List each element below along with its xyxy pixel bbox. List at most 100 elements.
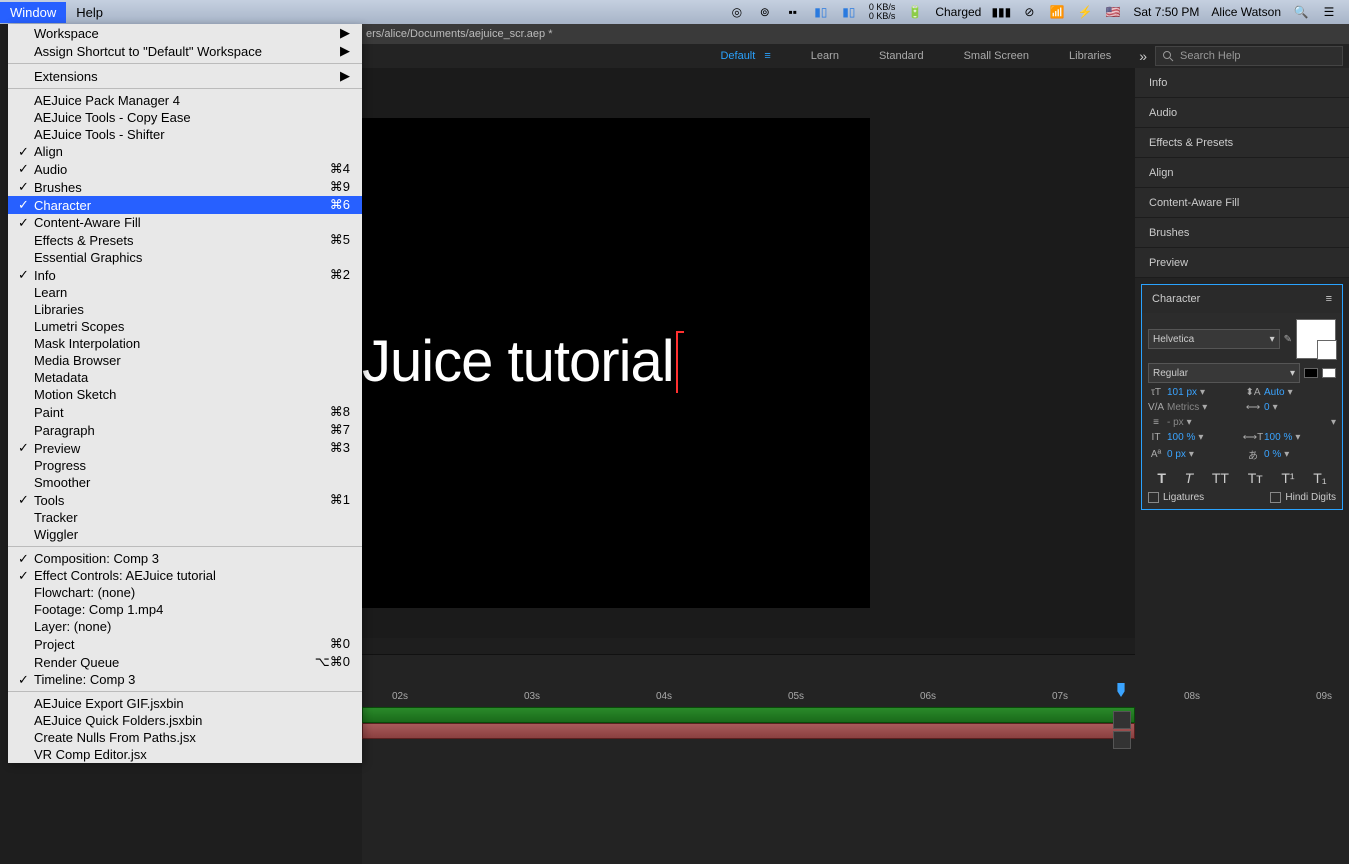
stroke-value[interactable]: - px	[1167, 417, 1184, 428]
color-swatch[interactable]	[1296, 319, 1336, 359]
bold-button[interactable]: T	[1157, 470, 1166, 486]
dropdown-arrow-icon[interactable]: ▾	[1198, 432, 1203, 443]
kerning-value[interactable]: Metrics	[1167, 402, 1199, 413]
ws-standard[interactable]: Standard	[859, 50, 944, 62]
menu-tools[interactable]: ✓Tools⌘1	[8, 491, 362, 509]
menu-motion-sketch[interactable]: Motion Sketch	[8, 386, 362, 403]
eyedropper-icon[interactable]: ✎	[1284, 334, 1292, 345]
menu-align[interactable]: ✓Align	[8, 143, 362, 160]
menu-script-1[interactable]: AEJuice Export GIF.jsxbin	[8, 695, 362, 712]
panel-align[interactable]: Align	[1135, 158, 1349, 188]
menu-aej-copyease[interactable]: AEJuice Tools - Copy Ease	[8, 109, 362, 126]
menu-smoother[interactable]: Smoother	[8, 474, 362, 491]
menu-lumetri[interactable]: Lumetri Scopes	[8, 318, 362, 335]
dropdown-arrow-icon[interactable]: ▾	[1200, 387, 1205, 398]
search-icon[interactable]: 🔍	[1293, 4, 1309, 20]
dropdown-arrow-icon[interactable]: ▾	[1295, 432, 1300, 443]
menu-workspace[interactable]: Workspace▶	[8, 24, 362, 42]
time-ruler[interactable]: 02s 03s 04s 05s 06s 07s 08s 09s	[362, 685, 1135, 707]
menu-flowchart[interactable]: Flowchart: (none)	[8, 584, 362, 601]
panel-menu-icon[interactable]: ≡	[1326, 293, 1332, 305]
timeline-track-1[interactable]	[362, 707, 1135, 723]
menu-metadata[interactable]: Metadata	[8, 369, 362, 386]
menu-tracker[interactable]: Tracker	[8, 509, 362, 526]
panel-info[interactable]: Info	[1135, 68, 1349, 98]
menu-character[interactable]: ✓Character⌘6	[8, 196, 362, 214]
font-size-value[interactable]: 101 px	[1167, 387, 1197, 398]
panel-preview[interactable]: Preview	[1135, 248, 1349, 278]
smallcaps-button[interactable]: Tᴛ	[1248, 470, 1263, 486]
menu-paragraph[interactable]: Paragraph⌘7	[8, 421, 362, 439]
panel-brushes[interactable]: Brushes	[1135, 218, 1349, 248]
dropdown-arrow-icon[interactable]: ▾	[1187, 417, 1192, 428]
panel-audio[interactable]: Audio	[1135, 98, 1349, 128]
menu-composition[interactable]: ✓Composition: Comp 3	[8, 550, 362, 567]
menu-timeline[interactable]: ✓Timeline: Comp 3	[8, 671, 362, 688]
workspace-overflow-icon[interactable]: »	[1131, 48, 1155, 64]
dropdown-arrow-icon[interactable]: ▾	[1284, 449, 1289, 460]
menu-wiggler[interactable]: Wiggler	[8, 526, 362, 543]
menu-caf[interactable]: ✓Content-Aware Fill	[8, 214, 362, 231]
menu-render-queue[interactable]: Render Queue⌥⌘0	[8, 653, 362, 671]
menu-essential-graphics[interactable]: Essential Graphics	[8, 249, 362, 266]
ligatures-checkbox[interactable]: Ligatures	[1148, 492, 1204, 503]
allcaps-button[interactable]: TT	[1212, 470, 1229, 486]
menu-layer[interactable]: Layer: (none)	[8, 618, 362, 635]
subscript-button[interactable]: T₁	[1313, 470, 1326, 486]
hindi-checkbox[interactable]: Hindi Digits	[1270, 492, 1336, 503]
baseline-value[interactable]: 0 px	[1167, 449, 1186, 460]
text-layer[interactable]: Juice tutorial	[362, 328, 680, 395]
menu-help[interactable]: Help	[66, 2, 113, 23]
menu-icon[interactable]: ☰	[1321, 4, 1337, 20]
help-search[interactable]: Search Help	[1155, 46, 1343, 66]
menu-script-3[interactable]: Create Nulls From Paths.jsx	[8, 729, 362, 746]
swap-swatch-white[interactable]	[1322, 368, 1336, 378]
menu-assign-shortcut[interactable]: Assign Shortcut to "Default" Workspace▶	[8, 42, 362, 60]
menu-preview[interactable]: ✓Preview⌘3	[8, 439, 362, 457]
dropdown-arrow-icon[interactable]: ▾	[1273, 402, 1278, 413]
dropdown-arrow-icon[interactable]: ▾	[1288, 387, 1293, 398]
leading-value[interactable]: Auto	[1264, 387, 1285, 398]
menu-effects-presets[interactable]: Effects & Presets⌘5	[8, 231, 362, 249]
tsume-value[interactable]: 0 %	[1264, 449, 1281, 460]
menu-info[interactable]: ✓Info⌘2	[8, 266, 362, 284]
italic-button[interactable]: T	[1185, 470, 1194, 486]
ws-small[interactable]: Small Screen	[944, 50, 1049, 62]
menu-mask-interpolation[interactable]: Mask Interpolation	[8, 335, 362, 352]
composition-canvas[interactable]: Juice tutorial	[362, 118, 870, 608]
ws-learn[interactable]: Learn	[791, 50, 859, 62]
ws-libraries[interactable]: Libraries	[1049, 50, 1131, 62]
tracking-value[interactable]: 0	[1264, 402, 1270, 413]
panel-effects-presets[interactable]: Effects & Presets	[1135, 128, 1349, 158]
menu-progress[interactable]: Progress	[8, 457, 362, 474]
superscript-button[interactable]: T¹	[1281, 470, 1294, 486]
font-family-select[interactable]: Helvetica▾	[1148, 329, 1280, 349]
toggle-switches-icon[interactable]	[1113, 711, 1131, 729]
dropdown-arrow-icon[interactable]: ▾	[1189, 449, 1194, 460]
stroke-style-select[interactable]: ▾	[1245, 417, 1336, 428]
vscale-value[interactable]: 100 %	[1167, 432, 1195, 443]
menu-extensions[interactable]: Extensions▶	[8, 67, 362, 85]
hscale-value[interactable]: 100 %	[1264, 432, 1292, 443]
menu-media-browser[interactable]: Media Browser	[8, 352, 362, 369]
menu-libraries[interactable]: Libraries	[8, 301, 362, 318]
menu-project[interactable]: Project⌘0	[8, 635, 362, 653]
swap-swatch-black[interactable]	[1304, 368, 1318, 378]
panel-caf[interactable]: Content-Aware Fill	[1135, 188, 1349, 218]
menu-audio[interactable]: ✓Audio⌘4	[8, 160, 362, 178]
menu-learn[interactable]: Learn	[8, 284, 362, 301]
menu-paint[interactable]: Paint⌘8	[8, 403, 362, 421]
menu-script-2[interactable]: AEJuice Quick Folders.jsxbin	[8, 712, 362, 729]
menu-aej-pack[interactable]: AEJuice Pack Manager 4	[8, 92, 362, 109]
menu-aej-shifter[interactable]: AEJuice Tools - Shifter	[8, 126, 362, 143]
menu-window[interactable]: Window	[0, 2, 66, 23]
menu-effect-controls[interactable]: ✓Effect Controls: AEJuice tutorial	[8, 567, 362, 584]
menu-footage[interactable]: Footage: Comp 1.mp4	[8, 601, 362, 618]
menu-brushes[interactable]: ✓Brushes⌘9	[8, 178, 362, 196]
toggle-modes-icon[interactable]	[1113, 731, 1131, 749]
font-style-select[interactable]: Regular▾	[1148, 363, 1300, 383]
dropdown-arrow-icon[interactable]: ▾	[1202, 402, 1207, 413]
menu-script-4[interactable]: VR Comp Editor.jsx	[8, 746, 362, 763]
ws-default[interactable]: Default ≡	[700, 50, 790, 62]
timeline-track-2[interactable]	[362, 723, 1135, 739]
